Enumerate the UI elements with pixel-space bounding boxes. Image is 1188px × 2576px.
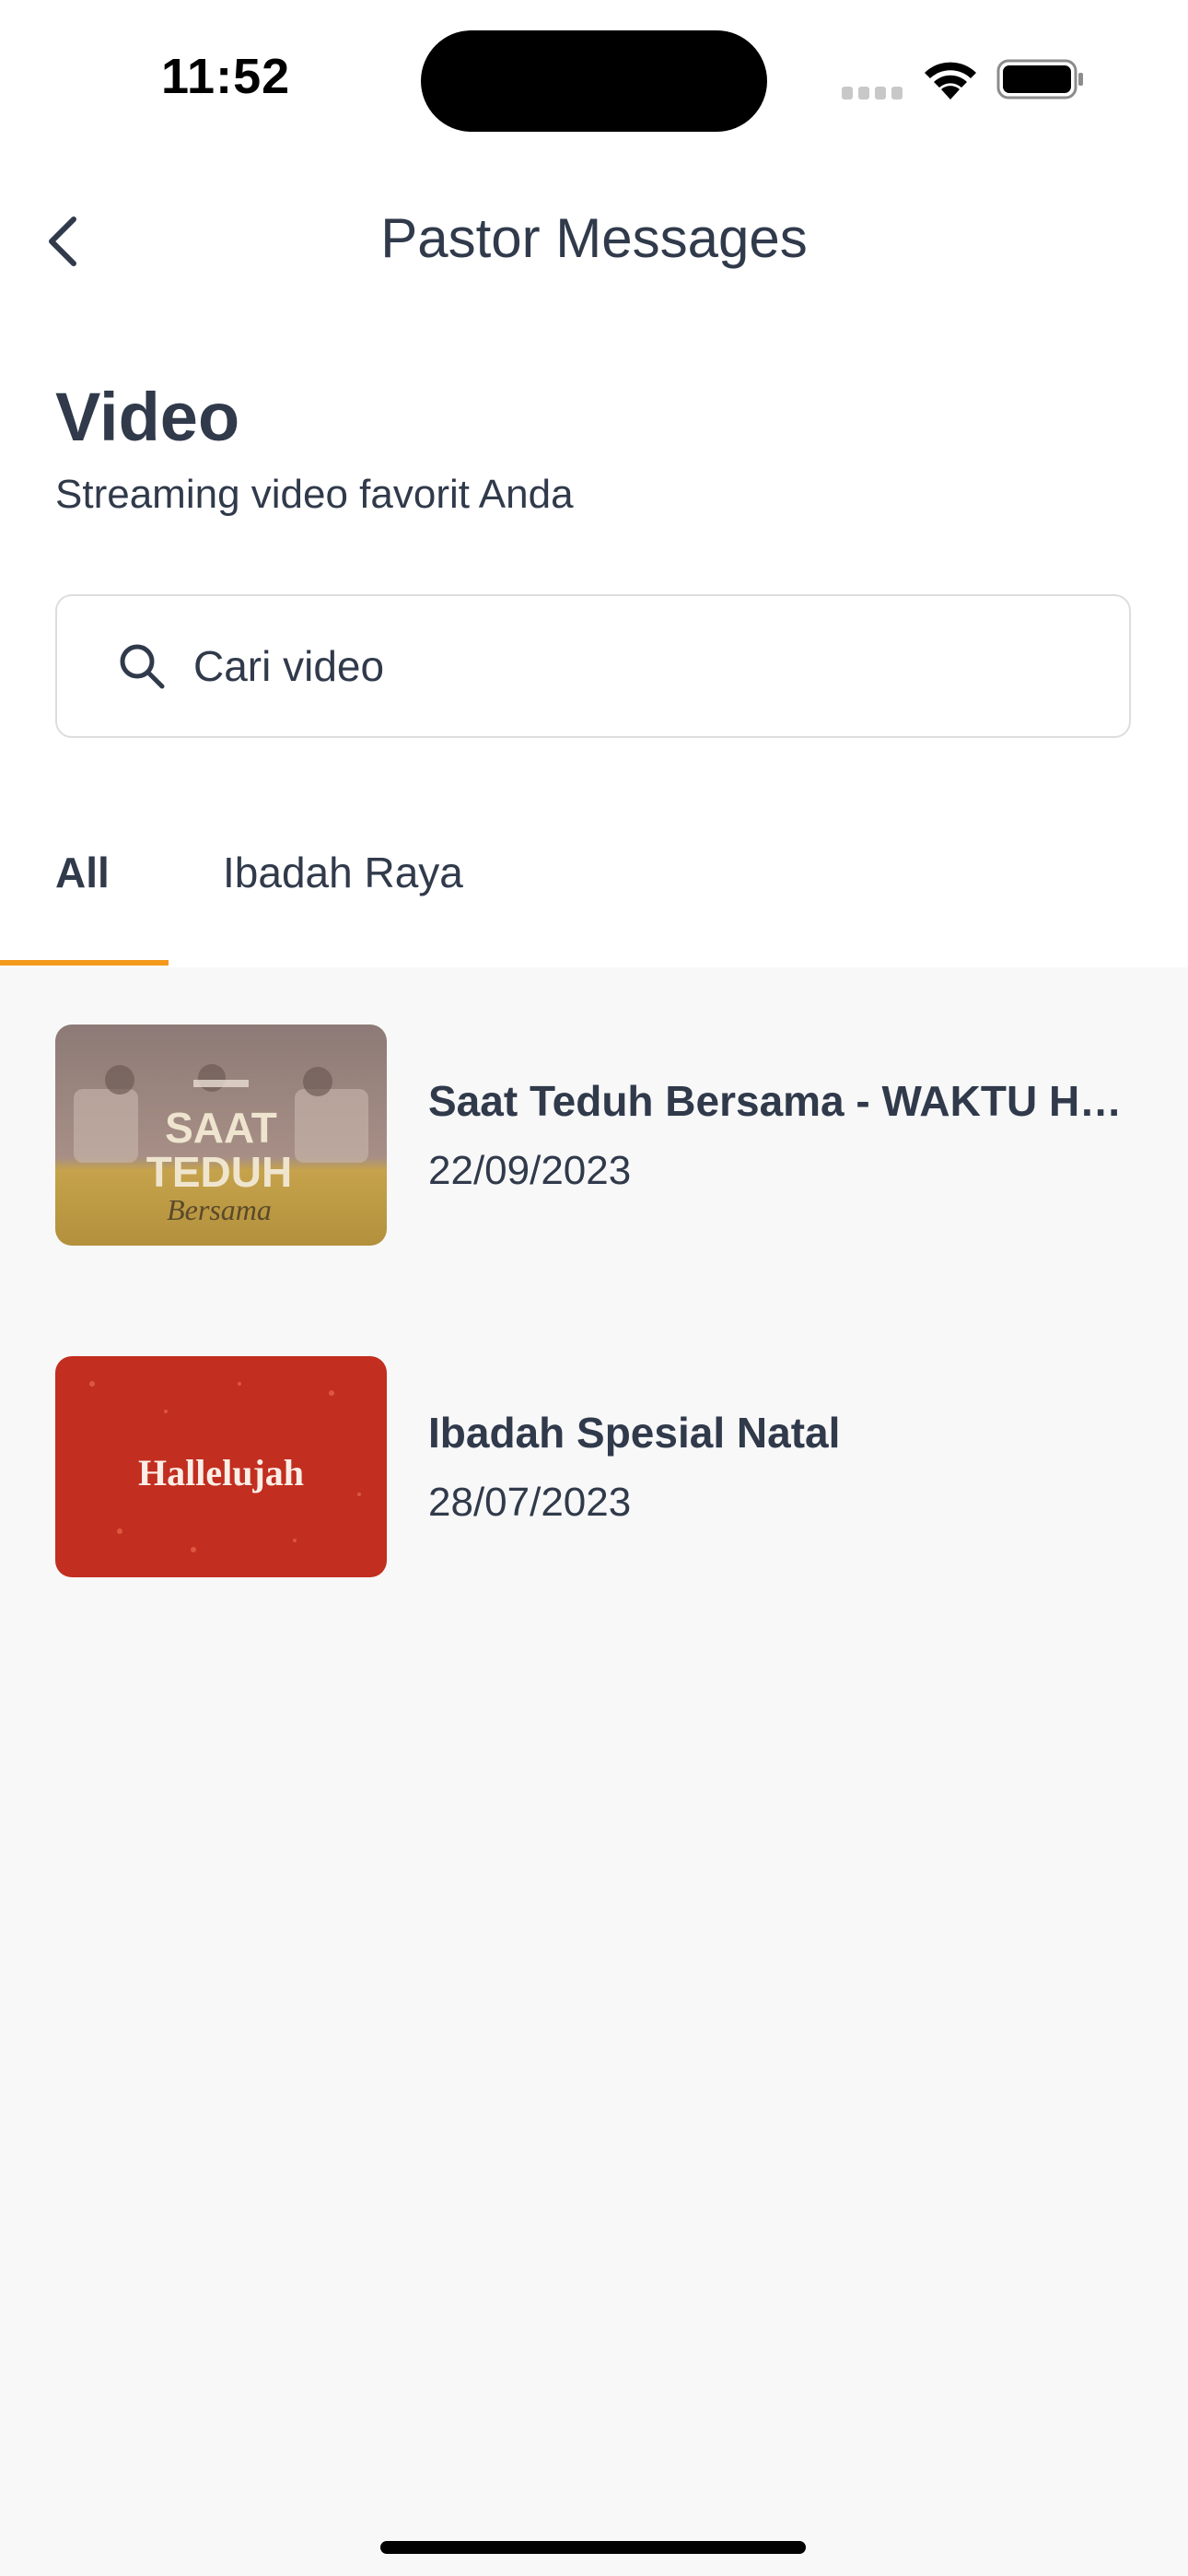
thumbnail-text-bersama: Bersama — [167, 1193, 272, 1226]
video-list-item[interactable]: Hallelujah Ibadah Spesial Natal 28/07/20… — [55, 1356, 1133, 1577]
video-date: 22/09/2023 — [428, 1148, 632, 1193]
status-time: 11:52 — [161, 49, 291, 104]
thumbnail-text-saat: SAAT — [165, 1104, 277, 1152]
video-thumbnail: SAAT TEDUH Bersama — [55, 1025, 387, 1246]
thumbnail-text-hallelujah: Hallelujah — [138, 1452, 304, 1493]
video-list-item[interactable]: SAAT TEDUH Bersama Saat Teduh Bersama - … — [55, 1025, 1133, 1246]
search-box[interactable] — [55, 594, 1131, 738]
cellular-signal-icon — [842, 87, 903, 100]
tab-ibadah-raya[interactable]: Ibadah Raya — [223, 848, 463, 897]
video-title: Ibadah Spesial Natal — [428, 1409, 841, 1457]
battery-icon — [996, 59, 1083, 100]
wifi-icon — [925, 62, 976, 100]
dynamic-island — [421, 30, 767, 132]
search-icon — [120, 644, 165, 689]
tab-all[interactable]: All — [55, 848, 110, 897]
video-title: Saat Teduh Bersama - WAKTU HANYA SEDIKIT — [428, 1077, 1128, 1125]
video-date: 28/07/2023 — [428, 1480, 632, 1525]
page-subtitle: Streaming video favorit Anda — [55, 472, 574, 517]
home-indicator[interactable] — [380, 2541, 806, 2554]
nav-title: Pastor Messages — [380, 207, 808, 269]
video-thumbnail: Hallelujah — [55, 1356, 387, 1577]
thumbnail-text-teduh: TEDUH — [146, 1148, 292, 1196]
page-title: Video — [55, 379, 240, 455]
search-input[interactable] — [193, 637, 1077, 696]
active-tab-indicator — [0, 960, 169, 966]
